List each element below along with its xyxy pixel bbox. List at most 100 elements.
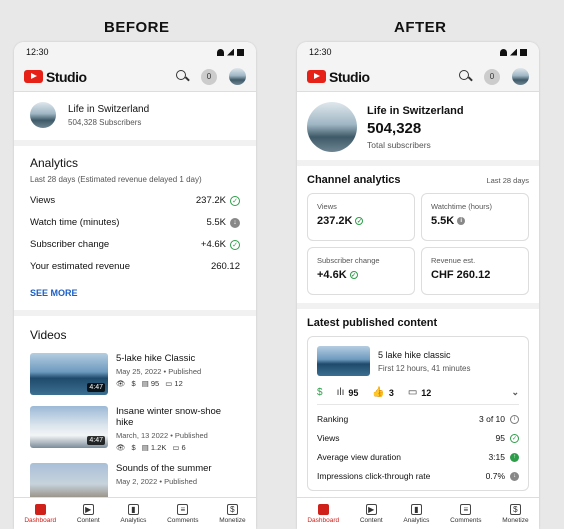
monetize-icon: $	[226, 503, 238, 515]
comments-icon: ≡	[177, 503, 189, 515]
studio-logo[interactable]: Studio	[24, 69, 87, 85]
likes-icon: ▤	[141, 379, 149, 388]
video-date: May 2, 2022 • Published	[116, 477, 198, 486]
nav-dashboard[interactable]: Dashboard	[307, 503, 339, 524]
latest-content-section: Latest published content 5 lake hike cla…	[297, 309, 539, 499]
metric-card-watchtime[interactable]: Watchtime (hours) 5.5K i	[421, 193, 529, 241]
content-metric-row: Ranking 3 of 10 i	[317, 414, 519, 424]
nav-content[interactable]: ▶ Content	[77, 503, 100, 524]
wifi-icon	[217, 48, 224, 56]
video-list-item[interactable]: 4:47 5-lake hike Classic May 25, 2022 • …	[30, 353, 240, 395]
content-metric-row: Average view duration 3:15 ↑	[317, 452, 519, 462]
signal-icon	[510, 48, 517, 56]
subscriber-label: Total subscribers	[367, 139, 431, 150]
video-stats: $ ılı 95 👍 3 ▭ 12 ⌄	[317, 387, 519, 405]
analytics-row: Subscriber change +4.6K ✓	[30, 239, 240, 250]
check-icon: ✓	[230, 195, 240, 206]
bar-chart-icon: ılı	[336, 387, 345, 398]
notifications-button[interactable]: 0	[201, 68, 217, 85]
channel-name: Life in Switzerland	[367, 104, 464, 117]
latest-content-title: Latest published content	[307, 317, 438, 329]
channel-analytics-section: Channel analytics Last 28 days Views 237…	[297, 166, 539, 309]
comments-icon: ▭	[165, 379, 173, 388]
visibility-icon: 👁	[116, 443, 126, 452]
metric-card-views[interactable]: Views 237.2K ✓	[307, 193, 415, 241]
monetize-icon: $	[509, 503, 521, 515]
nav-comments[interactable]: ≡ Comments	[167, 503, 199, 524]
monetization-icon: $	[317, 387, 323, 398]
channel-avatar	[307, 102, 357, 152]
battery-icon	[520, 48, 527, 56]
bottom-navigation: Dashboard ▶ Content ▮ Analytics ≡ Comments …	[297, 497, 539, 529]
comments-icon: ≡	[460, 503, 472, 515]
search-icon[interactable]	[459, 70, 472, 83]
before-heading: BEFORE	[104, 19, 170, 36]
analytics-title: Analytics	[30, 156, 79, 170]
subscriber-count: 504,328	[367, 119, 422, 137]
search-icon[interactable]	[176, 70, 189, 83]
status-bar: 12:30	[14, 42, 256, 62]
check-icon: ✓	[510, 433, 519, 443]
video-duration: 4:47	[87, 383, 105, 392]
status-bar: 12:30	[297, 42, 539, 62]
video-thumbnail: 4:47	[30, 353, 108, 395]
notifications-button[interactable]: 0	[484, 68, 500, 85]
nav-monetize[interactable]: $ Monetize	[502, 503, 529, 524]
channel-summary[interactable]: Life in Switzerland 504,328 Subscribers	[14, 92, 256, 146]
video-list-item[interactable]: 4:47 Insane winter snow-shoe hike March,…	[30, 406, 240, 452]
video-thumbnail	[317, 346, 370, 376]
check-icon: ✓	[349, 271, 358, 279]
signal-icon	[227, 48, 234, 56]
info-icon[interactable]: i	[510, 414, 519, 424]
nav-comments[interactable]: ≡ Comments	[450, 503, 482, 524]
channel-avatar	[30, 102, 56, 128]
bottom-navigation: Dashboard ▶ Content ▮ Analytics ≡ Comments …	[14, 497, 256, 529]
dashboard-icon	[34, 503, 46, 515]
monetization-icon: $	[131, 443, 136, 452]
metric-card-subscribers[interactable]: Subscriber change +4.6K ✓	[307, 247, 415, 295]
nav-analytics[interactable]: ▮ Analytics	[403, 503, 429, 524]
visibility-icon: 👁	[116, 379, 126, 388]
app-bar: Studio 0	[297, 62, 539, 92]
content-icon: ▶	[82, 503, 94, 515]
after-heading: AFTER	[394, 19, 447, 36]
video-title: Sounds of the summer	[116, 463, 212, 474]
account-avatar[interactable]	[512, 68, 529, 85]
after-phone-screen: 12:30 Studio 0 Life in Switzerland 504,3…	[297, 42, 539, 529]
comments-icon: ▭	[407, 387, 418, 398]
monetization-icon: $	[131, 379, 136, 388]
chevron-down-icon[interactable]: ⌄	[511, 387, 519, 398]
nav-analytics[interactable]: ▮ Analytics	[120, 503, 146, 524]
info-icon: i	[457, 217, 466, 225]
analytics-title: Channel analytics	[307, 174, 401, 186]
video-title: Insane winter snow-shoe hike	[116, 406, 222, 428]
arrow-down-icon: ↓	[510, 471, 519, 481]
analytics-icon: ▮	[410, 503, 422, 515]
analytics-subtitle: Last 28 days (Estimated revenue delayed …	[30, 175, 202, 184]
youtube-logo-icon	[307, 70, 326, 83]
latest-content-card[interactable]: 5 lake hike classic First 12 hours, 41 m…	[307, 336, 529, 491]
analytics-row: Views 237.2K ✓	[30, 195, 240, 206]
video-thumbnail: 4:47	[30, 406, 108, 448]
studio-logo[interactable]: Studio	[307, 69, 370, 85]
channel-summary[interactable]: Life in Switzerland 504,328 Total subscr…	[297, 92, 539, 166]
content-metric-row: Impressions click-through rate 0.7% ↓	[317, 471, 519, 481]
nav-monetize[interactable]: $ Monetize	[219, 503, 246, 524]
youtube-logo-icon	[24, 70, 43, 83]
content-icon: ▶	[365, 503, 377, 515]
app-bar: Studio 0	[14, 62, 256, 92]
metric-card-revenue[interactable]: Revenue est. CHF 260.12	[421, 247, 529, 295]
see-more-link[interactable]: SEE MORE	[30, 288, 240, 298]
likes-icon: ▤	[141, 443, 149, 452]
content-metric-row: Views 95 ✓	[317, 433, 519, 443]
thumbs-up-icon: 👍	[372, 387, 385, 398]
account-avatar[interactable]	[229, 68, 246, 85]
status-time: 12:30	[309, 47, 332, 57]
videos-section: Videos 4:47 5-lake hike Classic May 25, …	[14, 316, 256, 517]
comments-icon: ▭	[172, 443, 180, 452]
analytics-row: Your estimated revenue 260.12	[30, 261, 240, 272]
channel-subscribers: 504,328 Subscribers	[68, 117, 142, 127]
video-date: March, 13 2022 • Published	[116, 431, 208, 440]
nav-dashboard[interactable]: Dashboard	[24, 503, 56, 524]
nav-content[interactable]: ▶ Content	[360, 503, 383, 524]
